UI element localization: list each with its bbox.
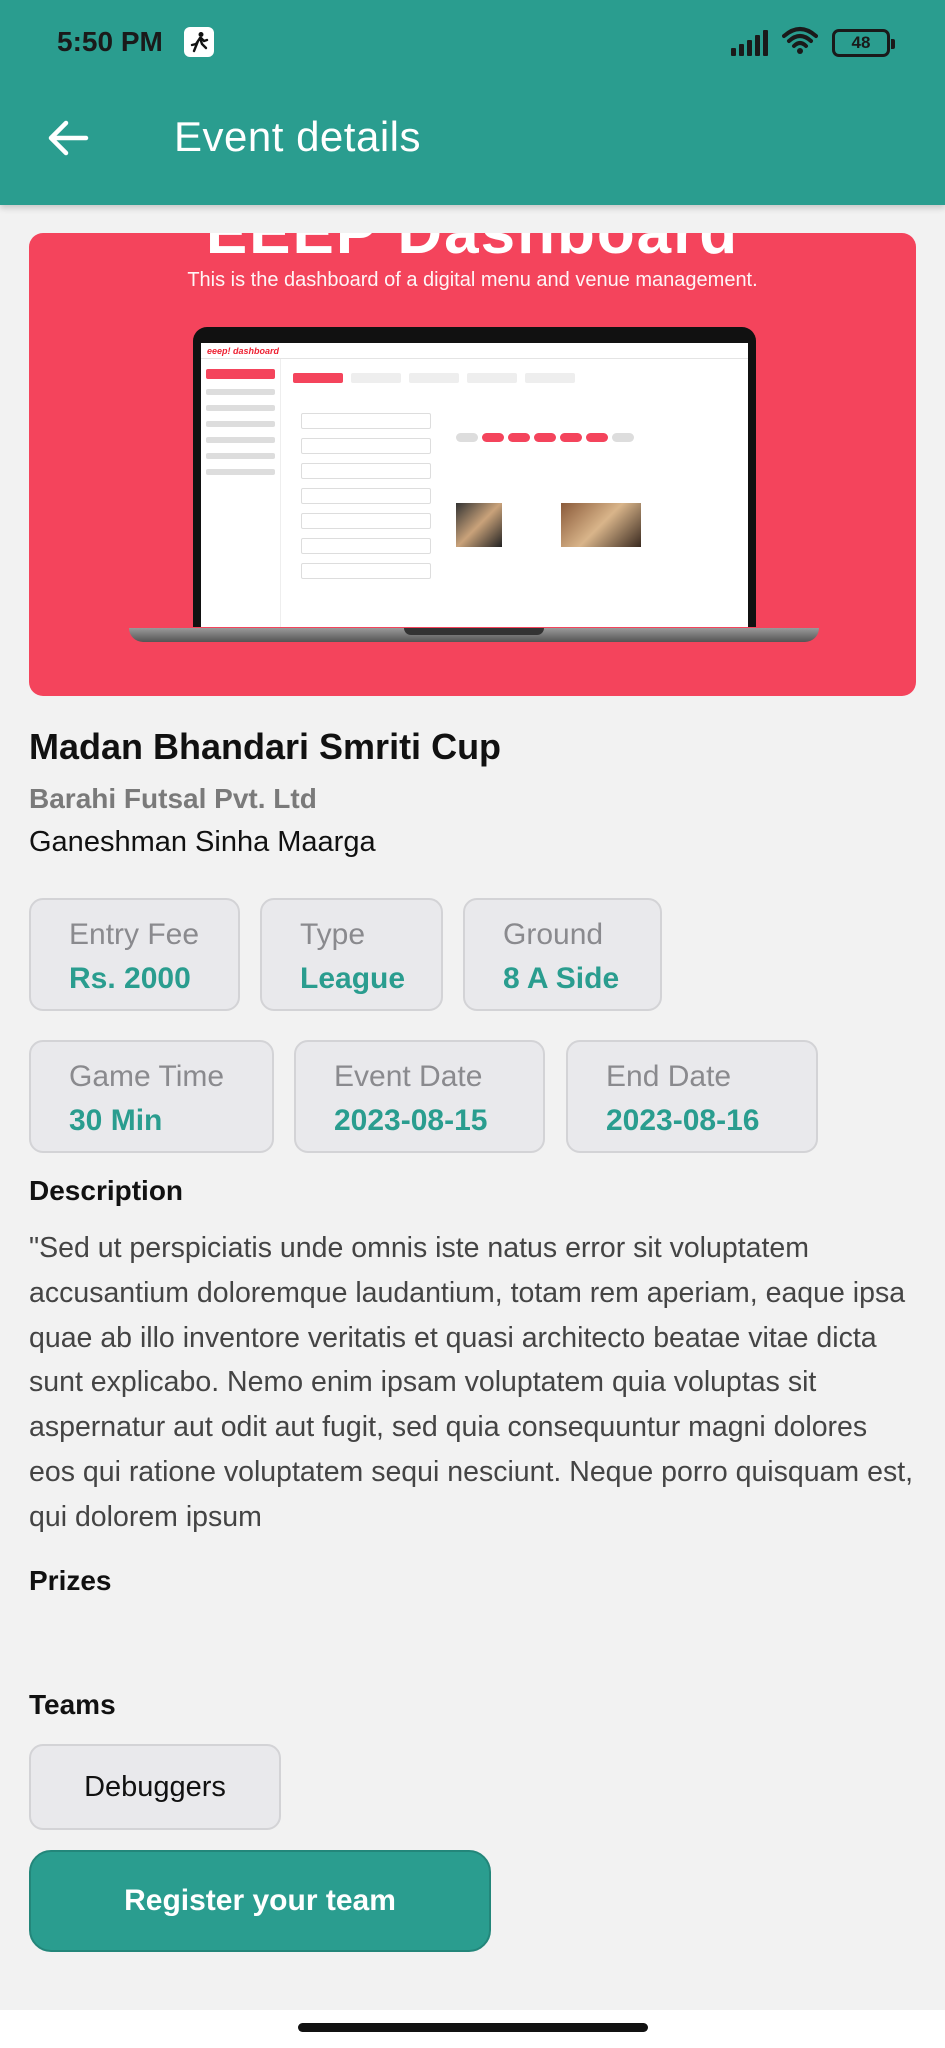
game-time-value: 30 Min <box>69 1104 163 1137</box>
prizes-heading: Prizes <box>29 1565 112 1596</box>
entry-fee-label: Entry Fee <box>69 918 200 951</box>
event-name: Madan Bhandari Smriti Cup <box>29 726 502 767</box>
event-banner-image: EEEP Dashboard This is the dashboard of … <box>29 233 916 696</box>
end-date-label: End Date <box>606 1060 732 1093</box>
banner-title: EEEP Dashboard <box>29 233 916 268</box>
mockup-brand: eeep! dashboard <box>201 343 748 359</box>
description-text: "Sed ut perspiciatis unde omnis iste nat… <box>29 1232 914 1533</box>
ground-chip: Ground 8 A Side <box>463 898 662 1011</box>
description-heading: Description <box>29 1175 184 1206</box>
event-date-chip: Event Date 2023-08-15 <box>294 1040 545 1153</box>
home-gesture-handle[interactable] <box>298 2023 648 2032</box>
event-date-label: Event Date <box>334 1060 483 1093</box>
status-bar: 5:50 PM 48 <box>0 0 945 88</box>
laptop-mockup: eeep! dashboard <box>193 327 756 627</box>
battery-icon: 48 <box>832 28 895 57</box>
signal-icon <box>731 29 768 56</box>
ground-value: 8 A Side <box>503 962 620 995</box>
wifi-icon <box>782 26 818 59</box>
app-bar: 5:50 PM 48 Event details <box>0 0 945 205</box>
event-date-value: 2023-08-15 <box>334 1104 488 1137</box>
game-time-label: Game Time <box>69 1060 225 1093</box>
ground-label: Ground <box>503 918 604 951</box>
end-date-value: 2023-08-16 <box>606 1104 760 1137</box>
arrow-left-icon[interactable] <box>40 110 96 166</box>
status-time: 5:50 PM <box>57 26 163 57</box>
type-chip: Type League <box>260 898 443 1011</box>
register-team-button[interactable]: Register your team <box>29 1850 491 1952</box>
entry-fee-chip: Entry Fee Rs. 2000 <box>29 898 240 1011</box>
battery-level: 48 <box>851 32 871 52</box>
entry-fee-value: Rs. 2000 <box>69 962 191 995</box>
event-location: Ganeshman Sinha Maarga <box>29 826 376 858</box>
type-label: Type <box>300 918 366 951</box>
banner-subtitle: This is the dashboard of a digital menu … <box>187 269 758 291</box>
event-organizer: Barahi Futsal Pvt. Ltd <box>29 783 317 814</box>
type-value: League <box>300 962 406 995</box>
status-icons: 48 <box>731 26 895 59</box>
teams-heading: Teams <box>29 1689 116 1720</box>
end-date-chip: End Date 2023-08-16 <box>566 1040 818 1153</box>
team-chip[interactable]: Debuggers <box>29 1744 281 1830</box>
page-title: Event details <box>174 113 421 160</box>
running-figure-icon <box>184 27 214 57</box>
game-time-chip: Game Time 30 Min <box>29 1040 274 1153</box>
